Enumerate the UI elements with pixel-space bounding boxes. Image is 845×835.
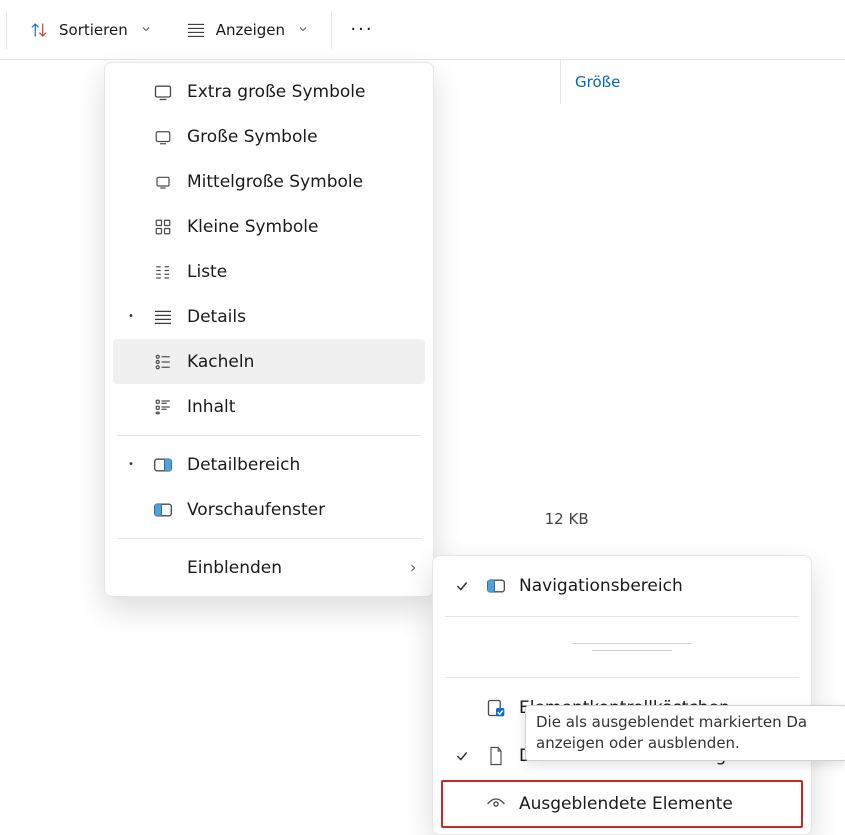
list-icon	[151, 263, 175, 281]
menu-label: Große Symbole	[187, 127, 425, 147]
skeleton-line	[592, 650, 672, 651]
menu-item-content[interactable]: Inhalt	[113, 384, 425, 429]
submenu-label: Navigationsbereich	[519, 576, 803, 596]
skeleton-line	[572, 643, 692, 644]
large-icons-icon	[151, 128, 175, 146]
menu-item-xl-icons[interactable]: Extra große Symbole	[113, 69, 425, 114]
view-label: Anzeigen	[216, 21, 285, 39]
menu-item-show[interactable]: Einblenden	[113, 545, 425, 590]
menu-label: Details	[187, 307, 425, 327]
menu-item-small-icons[interactable]: Kleine Symbole	[113, 204, 425, 249]
menu-label: Detailbereich	[187, 455, 425, 475]
menu-label: Mittelgroße Symbole	[187, 172, 425, 192]
details-icon	[151, 309, 175, 325]
menu-label: Kleine Symbole	[187, 217, 425, 237]
menu-separator	[445, 677, 799, 678]
check-icon	[451, 749, 473, 763]
submenu-label: Ausgeblendete Elemente	[519, 794, 803, 814]
chevron-right-icon	[401, 562, 425, 574]
show-submenu: Navigationsbereich Elementkontrollkästch…	[432, 555, 812, 835]
small-icons-icon	[151, 218, 175, 236]
menu-item-details[interactable]: • Details	[113, 294, 425, 339]
menu-item-list[interactable]: Liste	[113, 249, 425, 294]
menu-label: Liste	[187, 262, 425, 282]
menu-item-medium-icons[interactable]: Mittelgroße Symbole	[113, 159, 425, 204]
eye-icon	[485, 796, 507, 812]
chevron-down-icon	[140, 21, 152, 39]
menu-separator	[117, 538, 421, 539]
sort-icon	[29, 20, 49, 40]
detail-pane-icon	[151, 457, 175, 473]
ellipsis-icon: ···	[350, 19, 373, 40]
more-button[interactable]: ···	[340, 10, 384, 50]
column-size[interactable]: Größe	[560, 60, 690, 104]
medium-icons-icon	[151, 174, 175, 190]
menu-label: Inhalt	[187, 397, 425, 417]
check-icon	[451, 579, 473, 593]
checkbox-icon	[485, 698, 507, 718]
toolbar-separator	[331, 11, 332, 49]
sort-button[interactable]: Sortieren	[15, 10, 166, 50]
menu-label: Vorschaufenster	[187, 500, 425, 520]
menu-separator	[117, 435, 421, 436]
menu-item-large-icons[interactable]: Große Symbole	[113, 114, 425, 159]
xl-icons-icon	[151, 82, 175, 102]
submenu-item-hidden-items[interactable]: Ausgeblendete Elemente	[441, 780, 803, 828]
view-menu: Extra große Symbole Große Symbole Mittel…	[104, 62, 434, 597]
tiles-icon	[151, 353, 175, 371]
nav-pane-icon	[485, 578, 507, 594]
tooltip-line: anzeigen oder ausblenden.	[536, 733, 836, 754]
column-size-label: Größe	[575, 73, 620, 91]
menu-label: Kacheln	[187, 352, 425, 372]
content-icon	[151, 398, 175, 416]
menu-item-tiles[interactable]: Kacheln	[113, 339, 425, 384]
menu-item-preview-pane[interactable]: Vorschaufenster	[113, 487, 425, 532]
tooltip-line: Die als ausgeblendet markierten Da	[536, 712, 836, 733]
radio-indicator: •	[123, 459, 139, 470]
menu-separator	[445, 616, 799, 617]
menu-item-detail-pane[interactable]: • Detailbereich	[113, 442, 425, 487]
menu-label: Einblenden	[187, 558, 389, 578]
submenu-skeleton-item	[437, 623, 807, 671]
submenu-item-nav-pane[interactable]: Navigationsbereich	[441, 562, 803, 610]
view-icon	[186, 20, 206, 40]
toolbar-separator	[6, 11, 7, 49]
toolbar: Sortieren Anzeigen ···	[0, 0, 845, 60]
file-icon	[485, 746, 507, 766]
sort-label: Sortieren	[59, 21, 128, 39]
view-button[interactable]: Anzeigen	[172, 10, 323, 50]
radio-indicator: •	[123, 311, 139, 322]
tooltip: Die als ausgeblendet markierten Da anzei…	[525, 705, 845, 761]
chevron-down-icon	[297, 21, 309, 39]
preview-pane-icon	[151, 502, 175, 518]
file-size-cell: 12 KB	[545, 510, 589, 528]
menu-label: Extra große Symbole	[187, 82, 425, 102]
